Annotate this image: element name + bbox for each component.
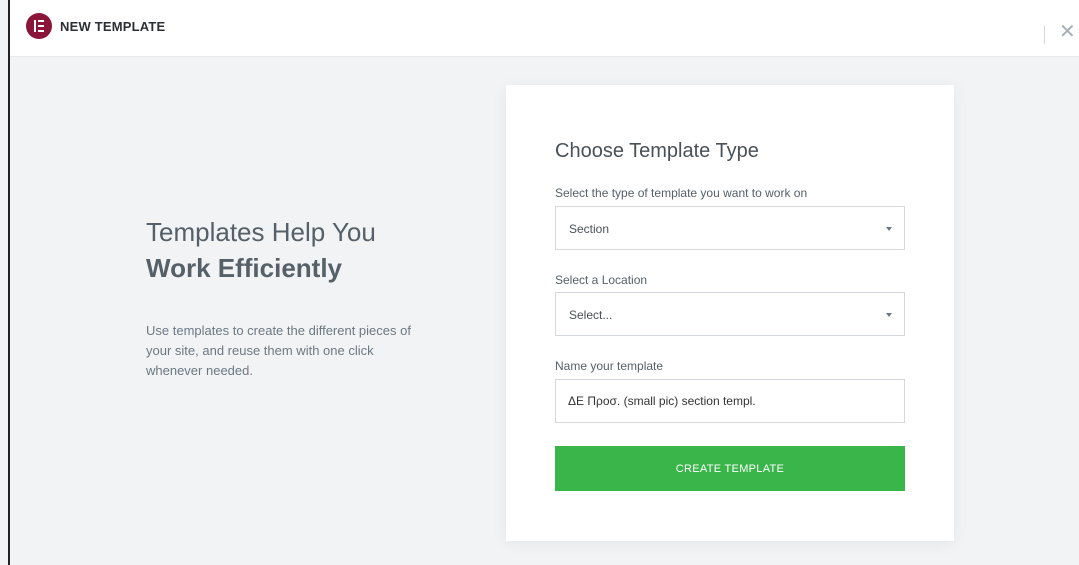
template-type-value: Section [569, 222, 610, 236]
template-name-input[interactable] [556, 380, 904, 422]
logo-bar-e-middle [38, 25, 44, 27]
template-name-field[interactable] [555, 379, 905, 423]
intro-heading-line1: Templates Help You [146, 217, 376, 247]
intro-heading-line2: Work Efficiently [146, 253, 343, 283]
logo-bar-e-bottom [38, 30, 44, 32]
close-icon[interactable]: ✕ [1059, 22, 1076, 42]
elementor-logo-icon [26, 13, 52, 39]
header-divider [1044, 26, 1045, 44]
modal-header: NEW TEMPLATE ✕ [10, 0, 1079, 57]
template-form-card: Choose Template Type Select the type of … [506, 85, 954, 541]
template-name-label: Name your template [555, 359, 664, 373]
modal-title: NEW TEMPLATE [60, 19, 166, 34]
caret-down-icon [886, 227, 892, 231]
intro-heading: Templates Help You Work Efficiently [146, 214, 446, 286]
location-label: Select a Location [555, 273, 648, 287]
location-select[interactable]: Select... [555, 292, 905, 336]
template-type-label: Select the type of template you want to … [555, 186, 808, 200]
window-edge [8, 0, 10, 565]
app-frame: NEW TEMPLATE ✕ Templates Help You Work E… [0, 0, 1079, 565]
intro-description: Use templates to create the different pi… [146, 323, 411, 378]
logo-bar-e-top [38, 20, 44, 22]
logo-bar-i [34, 20, 36, 32]
template-type-select[interactable]: Section [555, 206, 905, 250]
location-value: Select... [569, 308, 613, 322]
caret-down-icon [886, 313, 892, 317]
create-template-button[interactable]: CREATE TEMPLATE [555, 446, 905, 491]
form-title: Choose Template Type [555, 140, 759, 162]
